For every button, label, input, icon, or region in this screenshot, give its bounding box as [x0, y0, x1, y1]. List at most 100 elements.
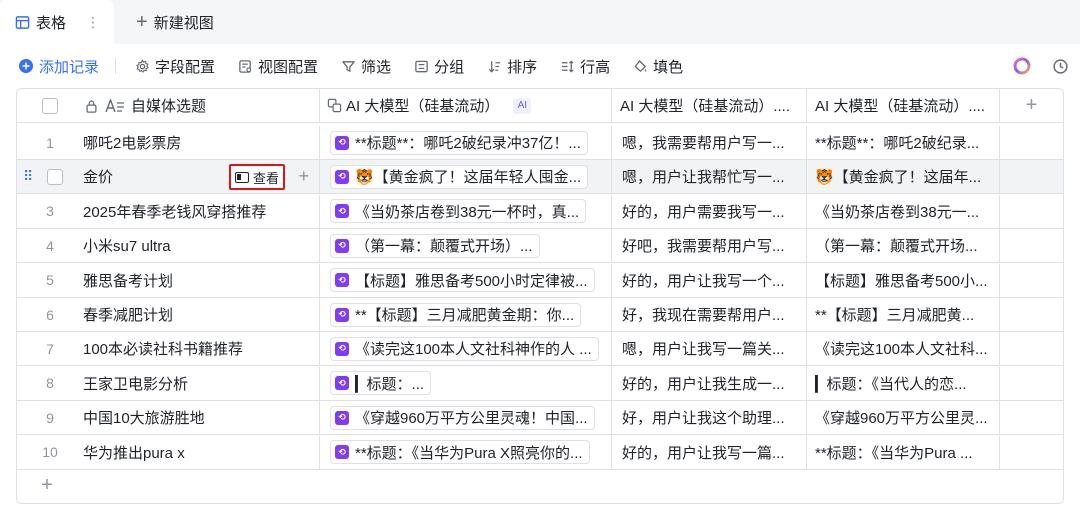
ai-output-text: ▎标题：《当代人的恋...	[815, 375, 967, 393]
title-cell[interactable]: 春季减肥计划	[83, 298, 320, 331]
ai-output-cell-1[interactable]: ⟲ 【标题】雅思备考500小时定律被...	[320, 263, 612, 297]
table-row[interactable]: 8 王家卫电影分析 ⟲ ▎标题：... 好的，用户让我生成一... ▎标题：《当…	[17, 366, 1063, 401]
row-number-cell[interactable]: 3	[17, 195, 83, 228]
ai-assistant-icon[interactable]	[1012, 56, 1032, 76]
row-number-cell[interactable]: ⠿	[17, 160, 83, 193]
header-ai-field-1[interactable]: AI 大模型（硅基流动） AI	[320, 89, 612, 122]
ai-output-cell-2[interactable]: 嗯，用户让我帮忙写一...	[612, 160, 807, 194]
table-row[interactable]: 3 2025年春季老钱风穿搭推荐 ⟲ 《当奶茶店卷到38元一杯时，真... 好的…	[17, 194, 1063, 229]
row-number-cell[interactable]: 6	[17, 298, 83, 331]
table-row[interactable]: 4 小米su7 ultra ⟲ （第一幕：颠覆式开场）... 好吧，我需要帮用户…	[17, 229, 1063, 264]
ai-output-pill[interactable]: ⟲ 《穿越960万平方公里灵魂！中国...	[330, 405, 595, 430]
row-number-cell[interactable]: 7	[17, 332, 83, 365]
title-cell[interactable]: 王家卫电影分析	[83, 366, 320, 400]
row-number-cell[interactable]: 9	[17, 401, 83, 434]
ai-output-cell-2[interactable]: 好，我现在需要帮用户...	[612, 298, 807, 331]
row-number-cell[interactable]: 1	[17, 126, 83, 159]
header-title-field[interactable]: 自媒体选题	[83, 89, 320, 122]
row-number-cell[interactable]: 4	[17, 229, 83, 262]
ai-output-cell-3[interactable]: 【标题】雅思备考500小...	[807, 263, 1000, 297]
add-record-button[interactable]: 添加记录	[18, 56, 99, 77]
ai-output-cell-1[interactable]: ⟲ （第一幕：颠覆式开场）...	[320, 229, 612, 263]
title-cell[interactable]: 2025年春季老钱风穿搭推荐	[83, 194, 320, 228]
table-row[interactable]: 6 春季减肥计划 ⟲ **【标题】三月减肥黄金期：你... 好，我现在需要帮用户…	[17, 298, 1063, 332]
ai-output-cell-3[interactable]: 《当奶茶店卷到38元一...	[807, 194, 1000, 228]
view-record-button[interactable]: 查看	[229, 164, 285, 191]
title-cell[interactable]: 100本必读社科书籍推荐	[83, 332, 320, 366]
ai-output-cell-1[interactable]: ⟲ 《读完这100本人文社科神作的人 ...	[320, 332, 612, 366]
field-config-label: 字段配置	[155, 58, 216, 76]
ai-output-pill[interactable]: ⟲ **标题**：哪吒2破纪录冲37亿！...	[330, 130, 588, 155]
ai-output-cell-1[interactable]: ⟲ ▎标题：...	[320, 366, 612, 400]
ai-output-pill[interactable]: ⟲ 【标题】雅思备考500小时定律被...	[330, 268, 595, 293]
table-row[interactable]: 10 华为推出pura x ⟲ **标题：《当华为Pura X照亮你的... 好…	[17, 435, 1063, 470]
fill-color-button[interactable]: 填色	[632, 56, 683, 77]
ai-output-cell-3[interactable]: ▎标题：《当代人的恋...	[807, 366, 1000, 400]
title-cell[interactable]: 金价 查看 +	[83, 160, 320, 194]
ai-output-cell-1[interactable]: ⟲ **标题**：哪吒2破纪录冲37亿！...	[320, 126, 612, 159]
ai-output-pill[interactable]: ⟲ 《读完这100本人文社科神作的人 ...	[330, 336, 599, 361]
tab-table[interactable]: 表格 ⋮	[0, 0, 115, 44]
ai-output-cell-3[interactable]: 🐯【黄金疯了！这届年...	[807, 160, 1000, 194]
history-icon[interactable]	[1050, 56, 1070, 76]
expand-plus-icon[interactable]: +	[298, 166, 309, 187]
select-all-cell[interactable]	[17, 89, 83, 122]
drag-handle-icon[interactable]: ⠿	[23, 168, 33, 185]
ai-output-cell-2[interactable]: 好，用户让我这个助理...	[612, 401, 807, 435]
ai-output-pill[interactable]: ⟲ 🐯【黄金疯了！这届年轻人囤金...	[330, 164, 589, 189]
table-row[interactable]: 7 100本必读社科书籍推荐 ⟲ 《读完这100本人文社科神作的人 ... 嗯，…	[17, 332, 1063, 367]
ai-output-cell-1[interactable]: ⟲ 《当奶茶店卷到38元一杯时，真...	[320, 194, 612, 228]
ai-output-pill[interactable]: ⟲ **【标题】三月减肥黄金期：你...	[330, 302, 582, 327]
title-cell[interactable]: 雅思备考计划	[83, 263, 320, 297]
row-number-cell[interactable]: 5	[17, 264, 83, 297]
ai-output-pill[interactable]: ⟲ **标题：《当华为Pura X照亮你的...	[330, 440, 590, 465]
ai-output-pill[interactable]: ⟲ ▎标题：...	[330, 371, 432, 396]
add-field-button[interactable]: +	[1000, 89, 1063, 122]
add-row-button[interactable]: +	[17, 466, 77, 503]
group-button[interactable]: 分组	[413, 56, 464, 77]
ai-output-cell-1[interactable]: ⟲ 《穿越960万平方公里灵魂！中国...	[320, 401, 612, 435]
ai-output-cell-2[interactable]: 好吧，我需要帮用户写...	[612, 229, 807, 263]
table-row[interactable]: 9 中国10大旅游胜地 ⟲ 《穿越960万平方公里灵魂！中国... 好，用户让我…	[17, 401, 1063, 436]
title-cell[interactable]: 中国10大旅游胜地	[83, 401, 320, 435]
ai-output-cell-2[interactable]: 嗯，我需要帮用户写一...	[612, 126, 807, 159]
sort-button[interactable]: 排序	[486, 56, 537, 77]
ai-output-cell-2[interactable]: 好的，用户让我写一篇...	[612, 435, 807, 469]
title-cell[interactable]: 哪吒2电影票房	[83, 126, 320, 159]
field-config-button[interactable]: 字段配置	[134, 56, 215, 77]
ai-output-cell-3[interactable]: 《读完这100本人文社科...	[807, 332, 1000, 366]
row-checkbox[interactable]	[47, 168, 63, 185]
ai-link-icon: ⟲	[335, 204, 349, 219]
filter-button[interactable]: 筛选	[340, 56, 391, 77]
table-row[interactable]: 1 哪吒2电影票房 ⟲ **标题**：哪吒2破纪录冲37亿！... 嗯，我需要帮…	[17, 126, 1063, 160]
ai-output-cell-3[interactable]: 《穿越960万平方公里灵...	[807, 401, 1000, 435]
ai-output-cell-2[interactable]: 好的，用户需要我写一...	[612, 194, 807, 228]
ai-output-text: 好吧，我需要帮用户写...	[622, 238, 785, 256]
ai-output-cell-2[interactable]: 嗯，用户让我写一篇关...	[612, 332, 807, 366]
title-cell[interactable]: 华为推出pura x	[83, 435, 320, 469]
header-ai-field-3[interactable]: AI 大模型（硅基流动）....	[807, 89, 1000, 122]
ai-output-cell-2[interactable]: 好的，用户让我生成一...	[612, 366, 807, 400]
ai-output-cell-1[interactable]: ⟲ **【标题】三月减肥黄金期：你...	[320, 298, 612, 331]
ai-output-pill[interactable]: ⟲ 《当奶茶店卷到38元一杯时，真...	[330, 199, 587, 224]
table-row[interactable]: 5 雅思备考计划 ⟲ 【标题】雅思备考500小时定律被... 好的，用户让我写一…	[17, 263, 1063, 298]
select-all-checkbox[interactable]	[42, 97, 58, 114]
new-view-button[interactable]: + 新建视图	[136, 12, 214, 33]
ai-output-text: 好的，用户让我写一个...	[622, 272, 785, 290]
ai-output-cell-2[interactable]: 好的，用户让我写一个...	[612, 263, 807, 297]
row-number-cell[interactable]: 8	[17, 367, 83, 400]
header-ai-field-2[interactable]: AI 大模型（硅基流动）....	[612, 89, 807, 122]
ai-output-cell-3[interactable]: **标题**：哪吒2破纪录...	[807, 126, 1000, 159]
row-height-button[interactable]: 行高	[559, 56, 610, 77]
ai-output-cell-1[interactable]: ⟲ 🐯【黄金疯了！这届年轻人囤金...	[320, 160, 612, 194]
more-vertical-icon[interactable]: ⋮	[86, 14, 100, 31]
view-config-button[interactable]: 视图配置	[237, 56, 318, 77]
ai-output-cell-3[interactable]: （第一幕：颠覆式开场...	[807, 229, 1000, 263]
ai-output-cell-3[interactable]: **【标题】三月减肥黄...	[807, 298, 1000, 331]
row-number-cell[interactable]: 10	[17, 436, 83, 469]
ai-output-cell-3[interactable]: **标题：《当华为Pura ...	[807, 435, 1000, 469]
table-row[interactable]: ⠿ 金价 查看 + ⟲ 🐯【黄金疯了！这届年轻人囤金... 嗯，用户让我帮忙写一.…	[17, 160, 1063, 195]
ai-output-cell-1[interactable]: ⟲ **标题：《当华为Pura X照亮你的...	[320, 435, 612, 469]
title-cell[interactable]: 小米su7 ultra	[83, 229, 320, 263]
ai-output-pill[interactable]: ⟲ （第一幕：颠覆式开场）...	[330, 233, 540, 258]
